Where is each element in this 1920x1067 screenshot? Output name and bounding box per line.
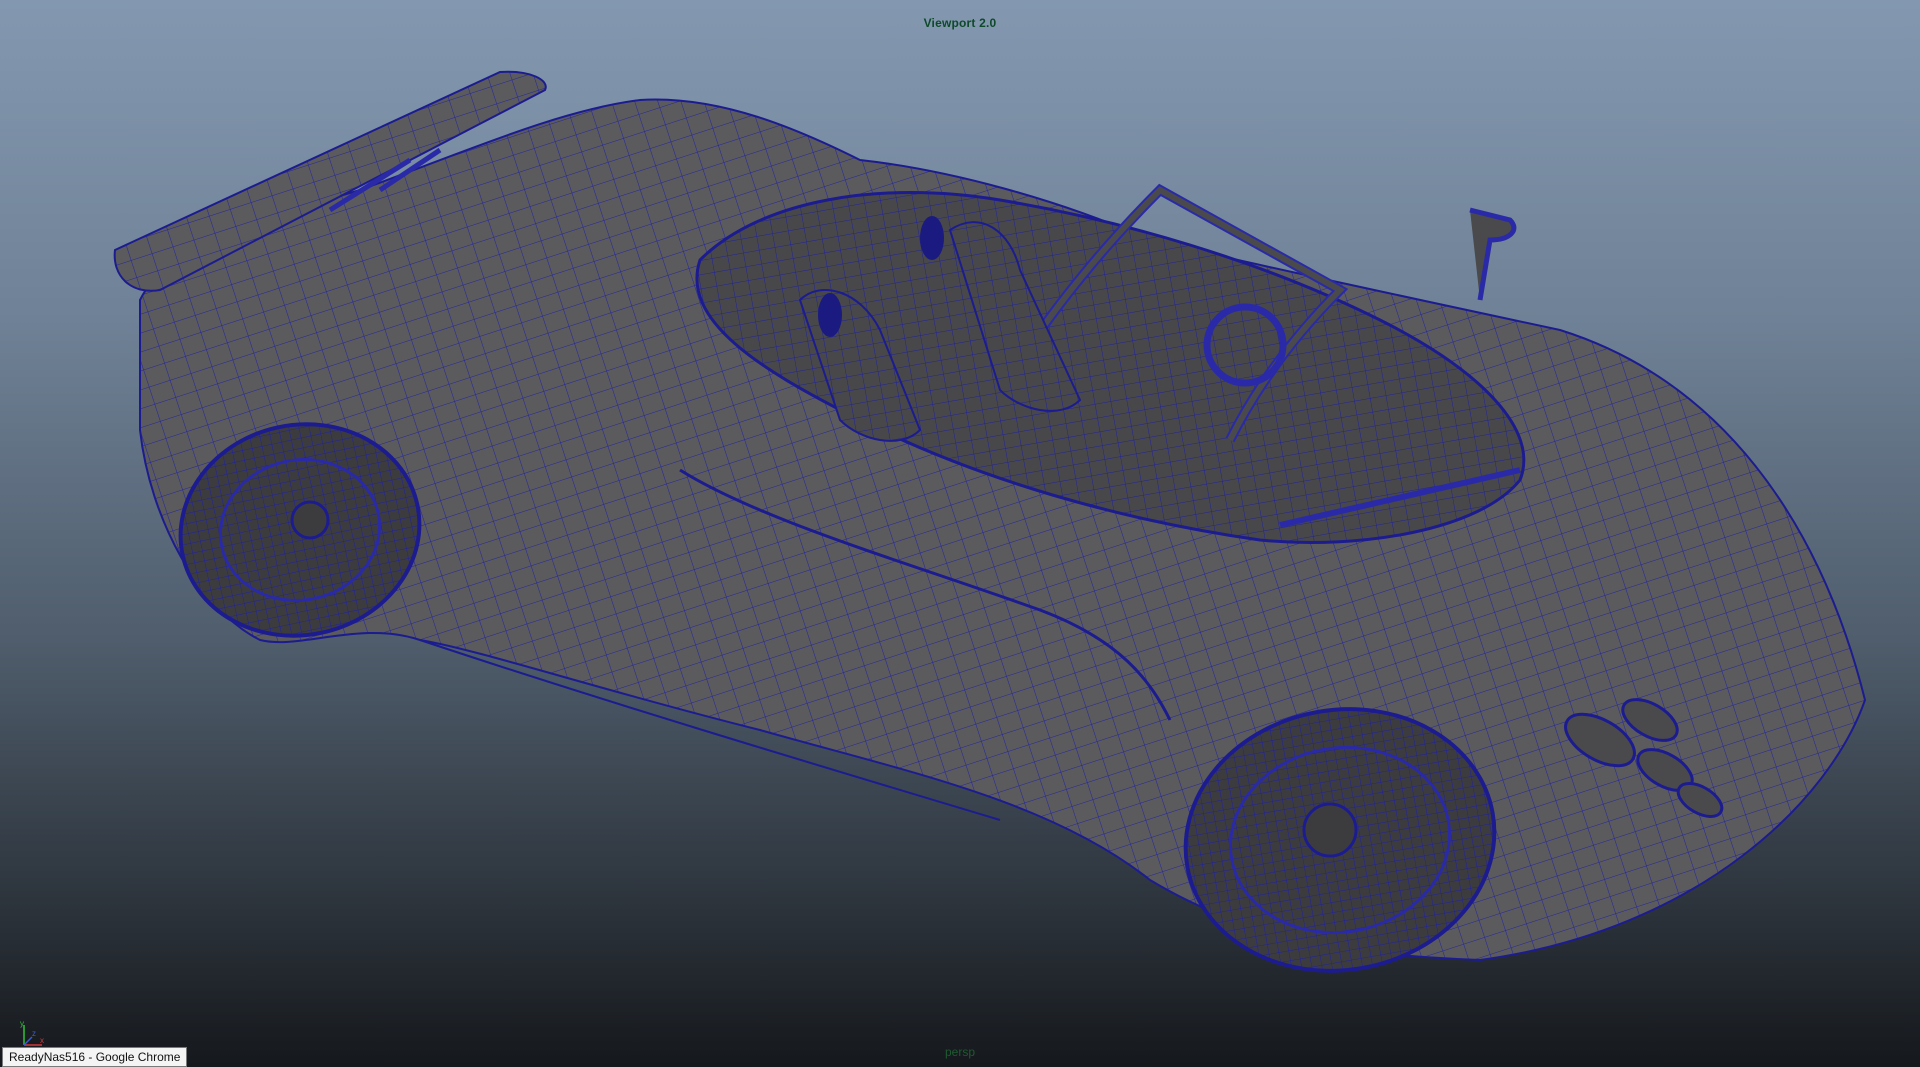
maya-viewport[interactable]: Viewport 2.0 persp y x z ReadyNas516 - G… — [0, 0, 1920, 1067]
axis-y-label: y — [20, 1019, 24, 1028]
axis-x-label: x — [40, 1036, 44, 1045]
car-model[interactable] — [0, 0, 1920, 1067]
axis-z-label: z — [32, 1029, 36, 1038]
camera-label: persp — [944, 1045, 976, 1059]
side-mirror — [1469, 207, 1517, 301]
xyz-axis-gizmo-icon: y x z — [20, 1019, 44, 1046]
taskbar-tooltip: ReadyNas516 - Google Chrome — [2, 1047, 188, 1067]
